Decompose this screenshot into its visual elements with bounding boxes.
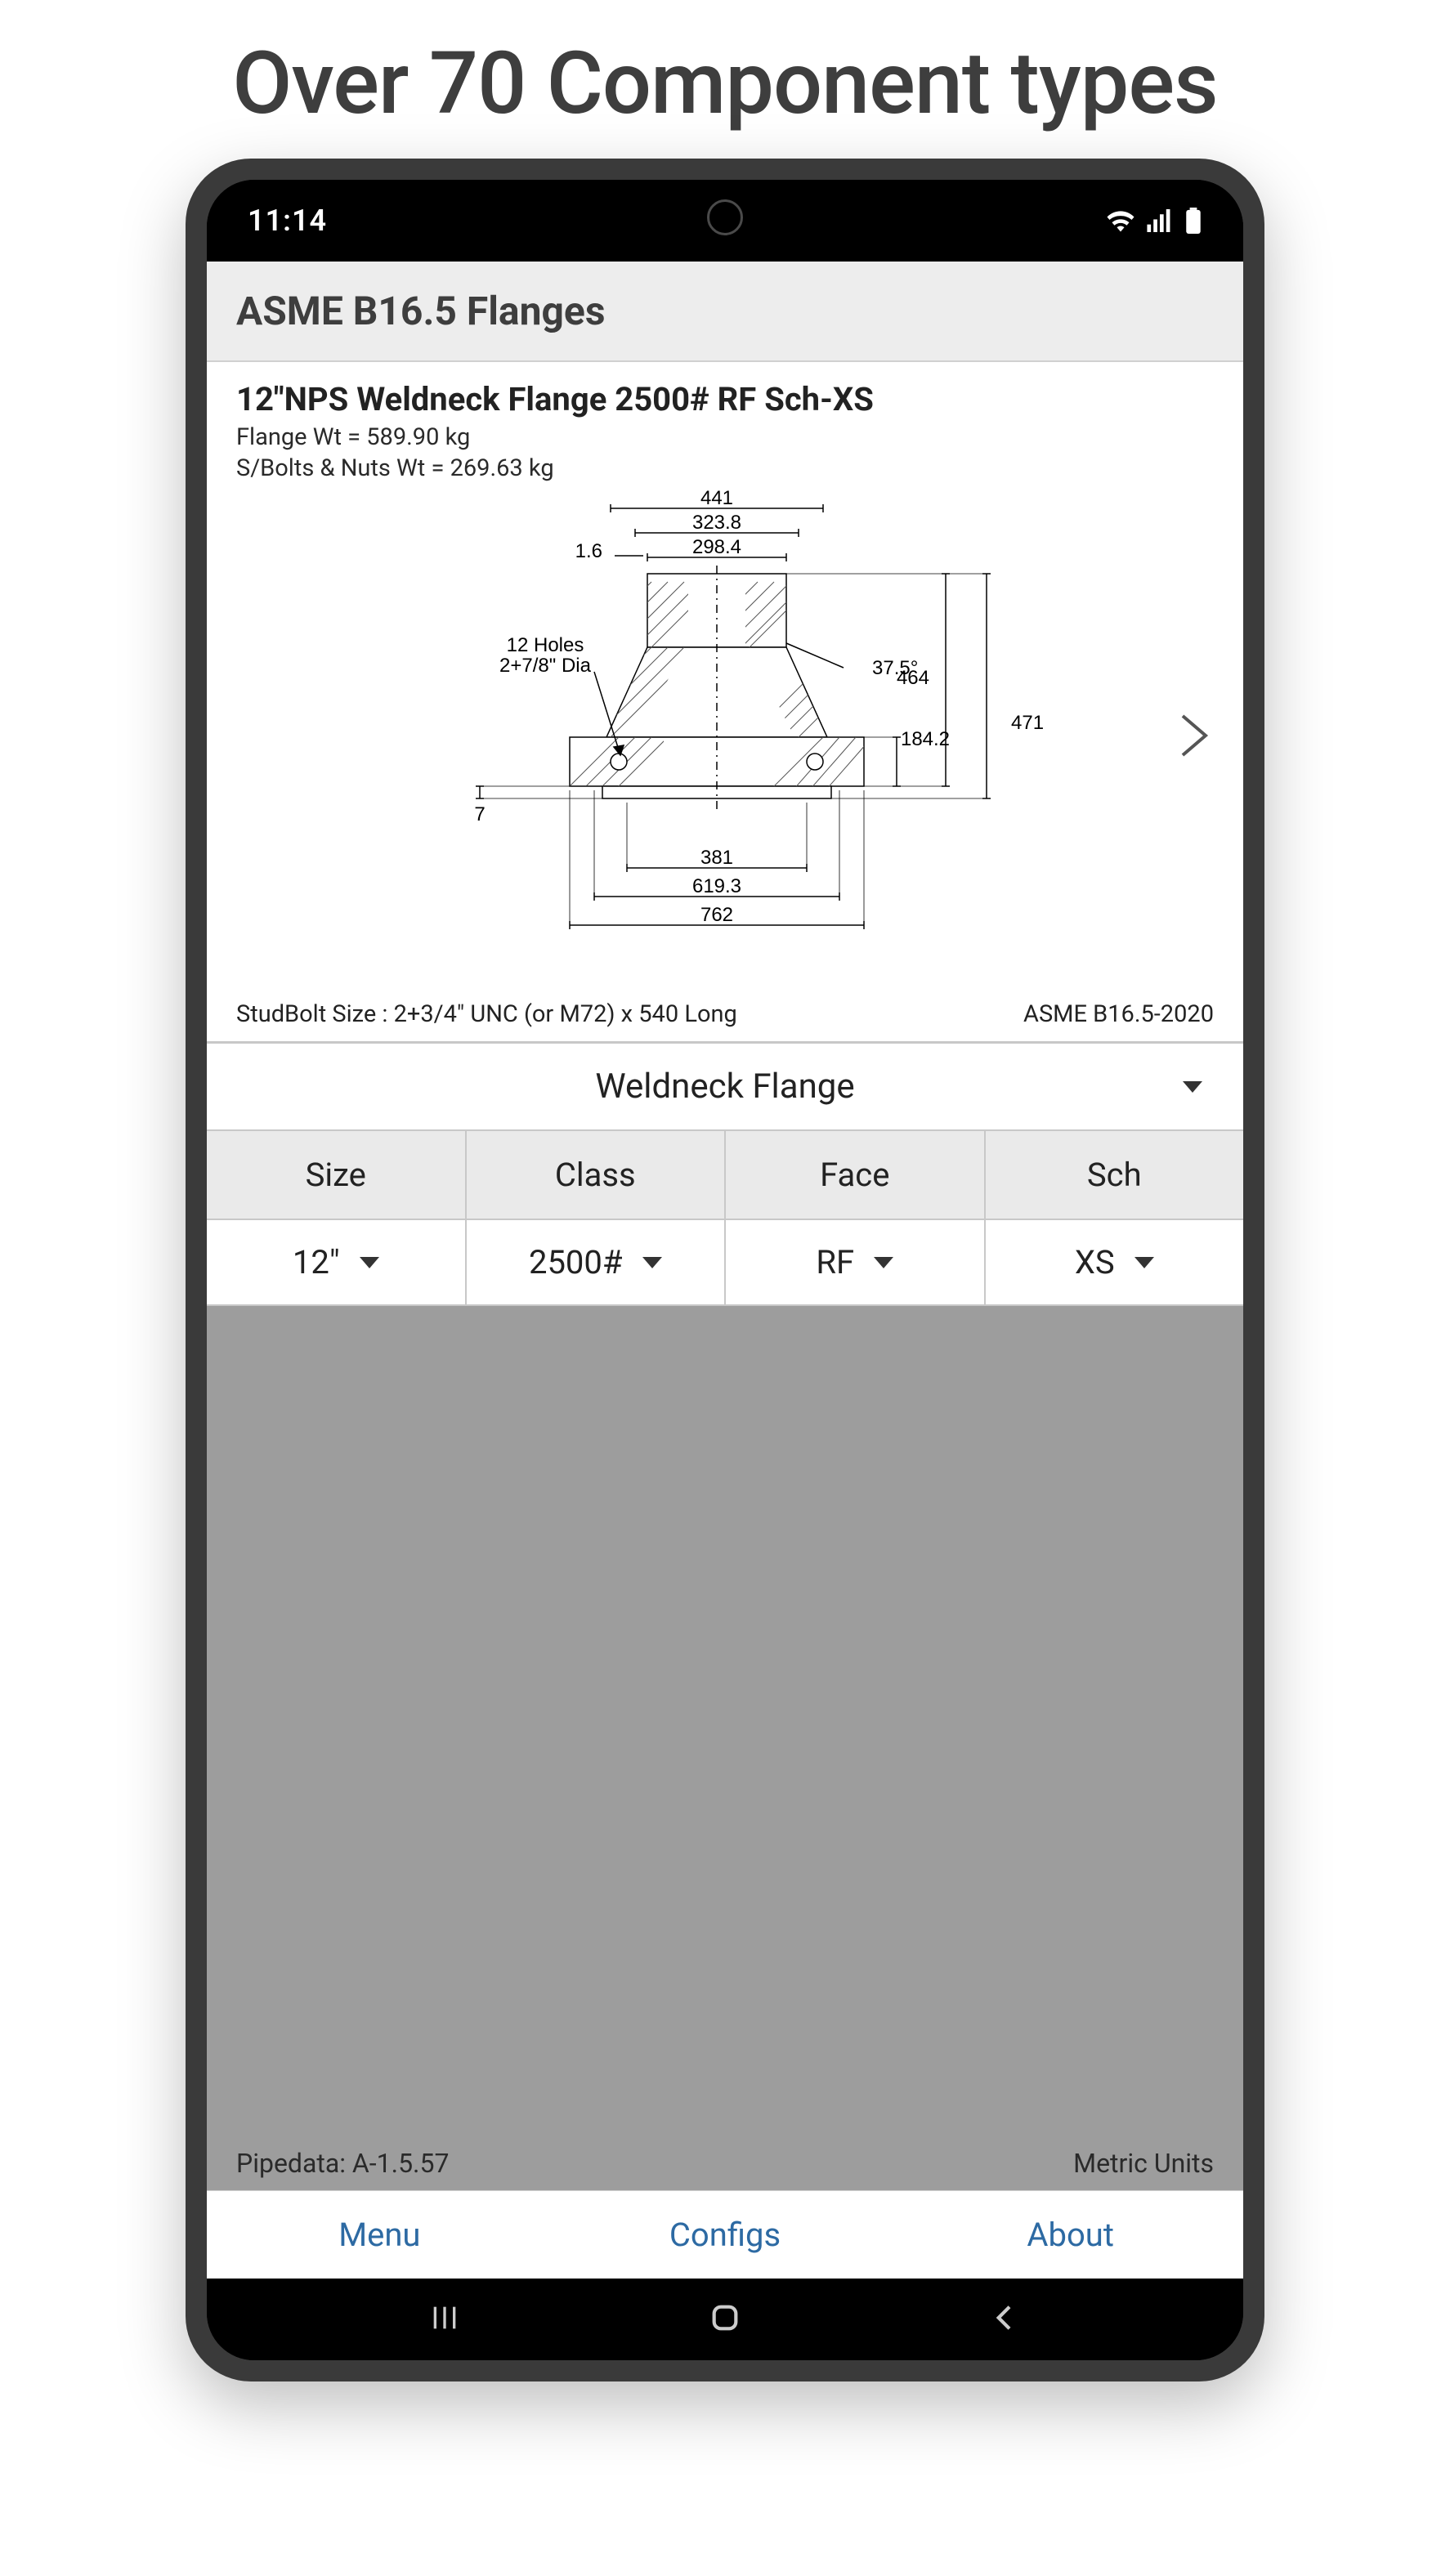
header-sch: Sch	[986, 1131, 1244, 1219]
svg-text:2+7/8" Dia: 2+7/8" Dia	[499, 655, 592, 677]
class-value: 2500#	[529, 1243, 623, 1281]
empty-area: Pipedata: A-1.5.57 Metric Units	[207, 1306, 1243, 2190]
chevron-down-icon	[360, 1257, 379, 1268]
detail-footer: StudBolt Size : 2+3/4" UNC (or M72) x 54…	[207, 991, 1243, 1041]
header-face: Face	[726, 1131, 986, 1219]
svg-text:441: 441	[700, 487, 733, 509]
marketing-title: Over 70 Component types	[0, 0, 1450, 159]
standard-ref: ASME B16.5-2020	[1023, 1000, 1214, 1028]
flange-type-value: Weldneck Flange	[595, 1067, 854, 1107]
status-icons	[1106, 208, 1202, 234]
header-size: Size	[207, 1131, 467, 1219]
svg-text:7: 7	[474, 803, 485, 825]
menu-button[interactable]: Menu	[207, 2216, 553, 2254]
configs-button[interactable]: Configs	[553, 2216, 898, 2254]
phone-screen: 11:14 ASME B16.5 Flanges 12"NPS Weldneck…	[207, 180, 1243, 2360]
about-button[interactable]: About	[897, 2216, 1243, 2254]
svg-text:184.2: 184.2	[901, 728, 950, 750]
detail-area: 12"NPS Weldneck Flange 2500# RF Sch-XS F…	[207, 362, 1243, 1043]
svg-text:619.3: 619.3	[692, 875, 741, 897]
class-dropdown[interactable]: 2500#	[467, 1220, 727, 1304]
app-body: ASME B16.5 Flanges 12"NPS Weldneck Flang…	[207, 262, 1243, 2279]
units-label: Metric Units	[1073, 2148, 1214, 2179]
version-label: Pipedata: A-1.5.57	[236, 2148, 449, 2179]
svg-text:464: 464	[897, 667, 929, 689]
sch-dropdown[interactable]: XS	[986, 1220, 1244, 1304]
svg-text:298.4: 298.4	[692, 536, 741, 558]
battery-icon	[1184, 208, 1202, 234]
studbolt-size: StudBolt Size : 2+3/4" UNC (or M72) x 54…	[236, 1000, 737, 1028]
chevron-down-icon	[1183, 1081, 1202, 1093]
svg-text:381: 381	[700, 847, 733, 869]
bottom-bar: Menu Configs About	[207, 2190, 1243, 2279]
parameter-table: Size Class Face Sch 12" 2500# RF	[207, 1131, 1243, 1306]
component-title: 12"NPS Weldneck Flange 2500# RF Sch-XS	[207, 362, 1243, 422]
chevron-down-icon	[642, 1257, 662, 1268]
svg-text:12 Holes: 12 Holes	[507, 634, 584, 656]
chevron-down-icon	[1134, 1257, 1154, 1268]
page-title: ASME B16.5 Flanges	[236, 288, 1214, 334]
param-header-row: Size Class Face Sch	[207, 1131, 1243, 1220]
back-icon[interactable]	[989, 2301, 1022, 2337]
sch-value: XS	[1075, 1243, 1115, 1281]
next-arrow-button[interactable]	[1178, 711, 1211, 763]
face-dropdown[interactable]: RF	[726, 1220, 986, 1304]
size-value: 12"	[293, 1243, 340, 1281]
android-nav-bar	[207, 2279, 1243, 2360]
svg-text:471: 471	[1011, 712, 1044, 734]
status-time: 11:14	[248, 203, 327, 238]
phone-frame: 11:14 ASME B16.5 Flanges 12"NPS Weldneck…	[186, 159, 1264, 2381]
svg-text:323.8: 323.8	[692, 512, 741, 534]
svg-text:762: 762	[700, 904, 733, 926]
flange-type-dropdown[interactable]: Weldneck Flange	[207, 1043, 1243, 1131]
flange-drawing: 441 323.8 298.4 1.6	[357, 484, 1093, 974]
status-footer: Pipedata: A-1.5.57 Metric Units	[207, 2136, 1243, 2190]
face-value: RF	[816, 1243, 854, 1281]
bolt-weight: S/Bolts & Nuts Wt = 269.63 kg	[207, 453, 1243, 484]
signal-icon	[1147, 209, 1173, 232]
flange-weight: Flange Wt = 589.90 kg	[207, 422, 1243, 453]
chevron-down-icon	[874, 1257, 893, 1268]
wifi-icon	[1106, 209, 1135, 232]
home-icon[interactable]	[709, 2301, 741, 2337]
header-class: Class	[467, 1131, 727, 1219]
app-header: ASME B16.5 Flanges	[207, 262, 1243, 362]
recents-icon[interactable]	[428, 2301, 461, 2337]
camera-dot	[707, 199, 743, 235]
drawing-area: 441 323.8 298.4 1.6	[207, 484, 1243, 991]
size-dropdown[interactable]: 12"	[207, 1220, 467, 1304]
param-value-row: 12" 2500# RF XS	[207, 1220, 1243, 1306]
svg-text:1.6: 1.6	[575, 540, 602, 562]
